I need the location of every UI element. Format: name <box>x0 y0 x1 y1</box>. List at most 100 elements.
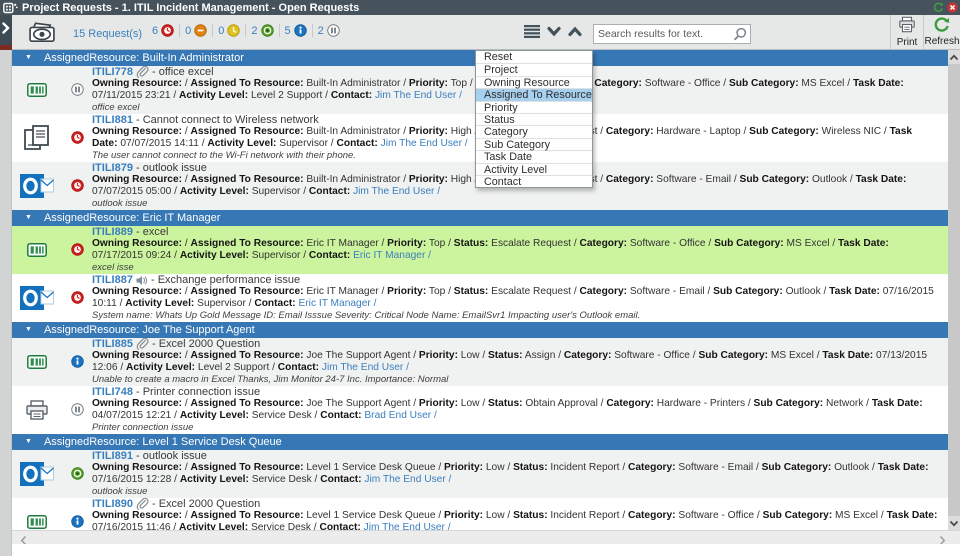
sort-descending-button[interactable] <box>547 26 561 37</box>
refresh-button[interactable]: Refresh <box>923 15 960 49</box>
scroll-down-button[interactable] <box>948 516 960 530</box>
group-by-menu-button[interactable] <box>524 25 540 38</box>
vertical-scroll-track[interactable] <box>948 64 960 516</box>
meta-text: Outlook / <box>831 462 878 473</box>
request-id-link[interactable]: ITILI890 <box>92 498 133 510</box>
group-header[interactable]: ▼ AssignedResource: Joe The Support Agent <box>12 322 948 338</box>
meta-text: Software - Email / <box>653 174 740 185</box>
meta-text: MS Excel / <box>798 78 853 89</box>
titlebar-refresh-icon[interactable] <box>933 1 944 13</box>
print-button[interactable]: Print <box>890 15 923 49</box>
status-counter-pause-gray[interactable]: 2 <box>318 24 340 37</box>
status-counter-info-blue[interactable]: 5 <box>285 24 307 37</box>
counter-value: 0 <box>218 24 225 37</box>
request-row[interactable]: ITILI885 - Excel 2000 Question Owning Reso… <box>12 338 948 386</box>
expand-panel-button[interactable] <box>0 15 12 45</box>
status-pause-gray-icon <box>62 386 92 434</box>
title-separator: - <box>151 338 159 350</box>
attachment-paperclip-icon <box>136 338 149 350</box>
menu-item-task-date[interactable]: Task Date <box>476 150 592 163</box>
meta-label: Owning Resource: <box>92 78 183 89</box>
request-row[interactable]: ITILI890 - Excel 2000 Question Owning Reso… <box>12 498 948 530</box>
meta-label: Assigned To Resource: <box>190 510 304 521</box>
request-id-link[interactable]: ITILI879 <box>92 162 133 174</box>
request-id-link[interactable]: ITILI885 <box>92 338 133 350</box>
menu-item-assigned-to-resource[interactable]: Assigned To Resource <box>476 88 592 101</box>
scroll-up-button[interactable] <box>948 50 960 64</box>
preview-eye-button[interactable] <box>28 21 56 48</box>
menu-item-priority[interactable]: Priority <box>476 100 592 114</box>
group-header[interactable]: ▼ AssignedResource: Eric IT Manager <box>12 210 948 226</box>
meta-link[interactable]: Jim The End User / <box>350 186 440 197</box>
meta-text: Network / <box>823 398 872 409</box>
request-id-link[interactable]: ITILI778 <box>92 66 133 78</box>
meta-link[interactable]: Jim The End User / <box>378 138 468 149</box>
menu-item-status[interactable]: Status <box>476 112 592 126</box>
meta-text: Software - Office / <box>641 78 729 89</box>
request-id-link[interactable]: ITILI889 <box>92 226 133 238</box>
request-row[interactable]: ITILI887 - Exchange performance issue Owni… <box>12 274 948 322</box>
menu-item-reset[interactable]: Reset <box>476 51 592 63</box>
meta-text: Low / <box>483 510 514 521</box>
meta-text: Escalate Request / <box>488 238 580 249</box>
group-header[interactable]: ▼ AssignedResource: Level 1 Service Desk … <box>12 434 948 450</box>
sort-ascending-button[interactable] <box>568 26 582 37</box>
ok-green-icon <box>260 24 274 37</box>
collapse-triangle-icon[interactable]: ▼ <box>25 322 32 338</box>
meta-text: Supervisor / <box>194 298 255 309</box>
request-id-link[interactable]: ITILI891 <box>92 450 133 462</box>
title-separator: - <box>135 162 143 174</box>
meta-link[interactable]: Brad End User / <box>362 410 436 421</box>
menu-item-contact[interactable]: Contact <box>476 174 592 188</box>
meta-text: Software - Office / <box>611 350 699 361</box>
meta-link[interactable]: Eric IT Manager / <box>296 298 376 309</box>
meta-text: Hardware - Printers / <box>653 398 754 409</box>
counter-divider <box>311 24 313 37</box>
title-separator: - <box>151 498 159 510</box>
request-title: Excel 2000 Question <box>158 338 261 350</box>
meta-link[interactable]: Eric IT Manager / <box>350 250 431 261</box>
status-counter-overdue-red[interactable]: 6 <box>152 24 174 37</box>
meta-link[interactable]: Jim The End User / <box>372 90 462 101</box>
vertical-scrollbar[interactable] <box>948 50 960 530</box>
status-counter-due-yellow[interactable]: 0 <box>218 24 241 37</box>
menu-item-sub-category[interactable]: Sub Category <box>476 137 592 151</box>
counter-divider <box>278 24 280 37</box>
toolbar: 15 Request(s) 6 0 0 2 5 2 Print Refresh <box>12 15 960 50</box>
request-row[interactable]: ITILI891- outlook issue Owning Resource: … <box>12 450 948 498</box>
collapse-triangle-icon[interactable]: ▼ <box>25 434 32 450</box>
menu-item-owning-resource[interactable]: Owning Resource <box>476 75 592 89</box>
menu-item-category[interactable]: Category <box>476 125 592 138</box>
meta-text: Level 2 Support / <box>195 362 278 373</box>
meta-label: Category: <box>579 286 628 297</box>
titlebar-close-icon[interactable] <box>947 1 958 13</box>
meta-text: Software - Email / <box>675 462 762 473</box>
search-input[interactable] <box>594 28 733 40</box>
meta-text: Joe The Support Agent / <box>303 350 419 361</box>
request-row[interactable]: ITILI748- Printer connection issue Owning… <box>12 386 948 434</box>
search-icon[interactable] <box>733 27 750 41</box>
collapse-triangle-icon[interactable]: ▼ <box>25 210 32 226</box>
menu-item-activity-level[interactable]: Activity Level <box>476 162 592 176</box>
meta-label: Category: <box>628 510 676 521</box>
request-id-link[interactable]: ITILI748 <box>92 386 133 398</box>
meta-text: / <box>182 462 191 473</box>
meta-text: Supervisor / <box>276 138 337 149</box>
request-id-link[interactable]: ITILI881 <box>92 114 133 126</box>
meta-text: 07/16/2015 12:28 / <box>92 474 180 485</box>
meta-label: Sub Category: <box>713 286 783 297</box>
horizontal-scrollbar[interactable] <box>12 530 960 546</box>
meta-link[interactable]: Jim The End User / <box>361 522 451 530</box>
status-counter-attention-orange[interactable]: 0 <box>185 24 207 37</box>
group-label: AssignedResource: Joe The Support Agent <box>43 324 255 336</box>
meta-link[interactable]: Jim The End User / <box>362 474 451 485</box>
collapse-triangle-icon[interactable]: ▼ <box>25 50 32 66</box>
status-counter-ok-green[interactable]: 2 <box>251 24 274 37</box>
menu-item-project[interactable]: Project <box>476 63 592 76</box>
request-row[interactable]: ITILI889- excel Owning Resource: / Assign… <box>12 226 948 274</box>
meta-text: Level 1 Service Desk Queue / <box>303 510 444 521</box>
meta-label: Owning Resource: <box>92 286 183 297</box>
request-id-link[interactable]: ITILI887 <box>92 274 133 286</box>
meta-link[interactable]: Jim The End User / <box>319 362 409 373</box>
meta-label: Task Date: <box>829 286 880 297</box>
